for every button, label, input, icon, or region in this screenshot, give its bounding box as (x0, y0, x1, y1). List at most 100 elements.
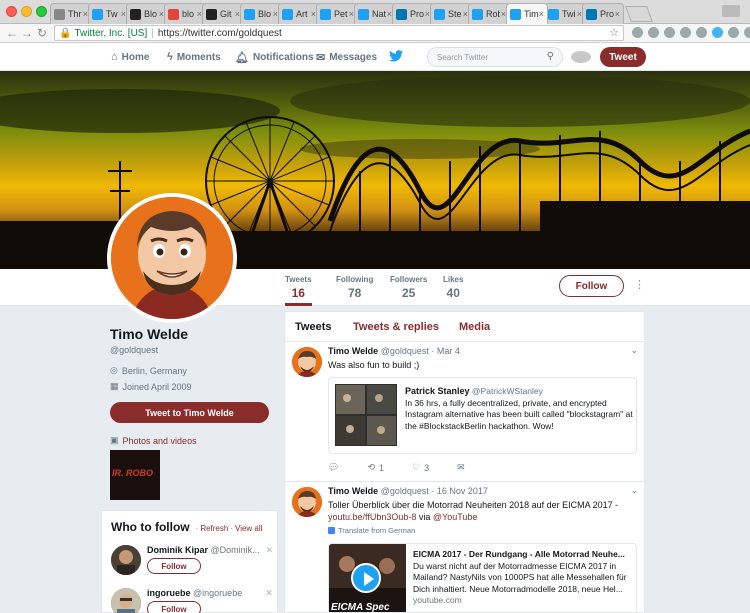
stat-followers[interactable]: Followers 25 (390, 275, 427, 300)
browser-tab[interactable]: Ste × (430, 3, 472, 24)
linkedin-icon (586, 8, 597, 20)
follow-suggested-button[interactable]: Follow (147, 558, 201, 574)
nav-notifications[interactable]: 🔔︎ Notifications (235, 51, 314, 64)
retweet-action[interactable]: ⟲ 1 (367, 462, 384, 473)
close-tab-icon[interactable]: × (615, 9, 620, 19)
extension-icon[interactable] (664, 27, 675, 38)
minimize-window-button[interactable] (21, 6, 32, 17)
twitter-bird-icon[interactable] (389, 49, 403, 65)
tweet-date[interactable]: · 16 Nov 2017 (431, 486, 488, 496)
suggested-user-avatar[interactable] (111, 588, 141, 613)
link-card[interactable]: EICMA Spec EICMA 2017 - Der Rundgang - A… (328, 543, 637, 612)
extension-icon[interactable] (712, 27, 723, 38)
profile-avatar[interactable] (107, 193, 237, 323)
tweet-text: Was also fun to build ;) (328, 360, 420, 370)
extension-icon[interactable] (728, 27, 739, 38)
tweet-author-avatar[interactable] (292, 347, 322, 377)
direct-message-icon[interactable]: ✉ (457, 462, 465, 473)
browser-tab[interactable]: Tw × (88, 3, 130, 24)
tweet-mention[interactable]: @YouTube (433, 512, 478, 522)
nav-moments[interactable]: ϟ Moments (167, 51, 221, 63)
tweet[interactable]: Timo Welde @goldquest · Mar 4 ⌄ Was also… (285, 342, 644, 482)
tweet-author-name[interactable]: Timo Welde (328, 346, 378, 356)
extension-icon[interactable] (744, 27, 750, 38)
compose-tweet-button[interactable]: Tweet (600, 47, 646, 67)
lock-icon: 🔒 (59, 27, 72, 39)
stat-value: 16 (291, 286, 305, 300)
browser-tab[interactable]: Tim × (506, 3, 548, 24)
close-tab-icon[interactable]: × (539, 9, 544, 19)
search-input[interactable]: Search Twitter ⚲ (427, 47, 563, 67)
view-all-link[interactable]: View all (235, 524, 262, 533)
suggested-user-avatar[interactable] (111, 545, 141, 575)
follow-suggested-button[interactable]: Follow (147, 601, 201, 613)
tab-tweets[interactable]: Tweets (295, 321, 331, 333)
forward-icon[interactable]: → (21, 26, 33, 40)
browser-tab[interactable]: Twi × (544, 3, 586, 24)
stat-following[interactable]: Following 78 (336, 275, 373, 300)
close-window-button[interactable] (6, 6, 17, 17)
more-options-icon[interactable]: ⋮ (634, 278, 645, 291)
dismiss-icon[interactable]: ✕ (265, 588, 273, 599)
stat-tweets[interactable]: Tweets 16 (285, 275, 312, 306)
tweet-author-avatar[interactable] (292, 487, 322, 517)
tweet-date[interactable]: · Mar 4 (431, 346, 460, 356)
retweet-count: 1 (378, 462, 384, 473)
suggested-user-name[interactable]: ingoruebe @ingoruebe (147, 588, 272, 598)
url-field[interactable]: 🔒 Twitter, Inc. [US] | https://twitter.co… (54, 25, 624, 41)
tweet-author-name[interactable]: Timo Welde (328, 486, 378, 496)
nav-home[interactable]: ⌂ Home (111, 51, 149, 63)
browser-tab[interactable]: Blo × (126, 3, 168, 24)
who-to-follow-links: · Refresh · View all (194, 524, 263, 533)
chevron-down-icon[interactable]: ⌄ (630, 345, 638, 356)
browser-tab[interactable]: Git × (202, 3, 244, 24)
reply-icon[interactable]: 💬︎ (328, 462, 339, 473)
translate-link[interactable]: Translate from German (328, 526, 415, 535)
browser-profile-icon[interactable] (722, 5, 740, 17)
tweet[interactable]: Timo Welde @goldquest · 16 Nov 2017 ⌄ To… (285, 482, 644, 612)
browser-tab[interactable]: Thr × (50, 3, 92, 24)
play-icon[interactable] (351, 563, 381, 593)
address-bar: ← → ↻ 🔒 Twitter, Inc. [US] | https://twit… (0, 24, 750, 43)
new-tab-button[interactable] (625, 6, 653, 22)
like-action[interactable]: ♡ 3 (412, 462, 429, 473)
browser-tab[interactable]: blo × (164, 3, 206, 24)
dismiss-icon[interactable]: ✕ (265, 545, 273, 556)
tweet-author-handle[interactable]: @goldquest (381, 486, 429, 496)
browser-tab[interactable]: Nat × (354, 3, 396, 24)
browser-tab[interactable]: Pet × (316, 3, 358, 24)
browser-tab[interactable]: Art × (278, 3, 320, 24)
browser-tab[interactable]: Pro × (582, 3, 624, 24)
maximize-window-button[interactable] (36, 6, 47, 17)
reload-icon[interactable]: ↻ (37, 26, 47, 40)
search-icon[interactable]: ⚲ (547, 51, 554, 62)
browser-tab[interactable]: Blo × (240, 3, 282, 24)
chevron-down-icon[interactable]: ⌄ (630, 485, 638, 496)
suggested-user-name[interactable]: Dominik Kipar @Dominik... (147, 545, 272, 555)
extension-icon[interactable] (648, 27, 659, 38)
nav-messages[interactable]: ✉ Messages (316, 51, 377, 64)
tab-tweets-replies[interactable]: Tweets & replies (353, 321, 439, 333)
follow-button[interactable]: Follow (559, 275, 624, 297)
stat-likes[interactable]: Likes 40 (443, 275, 463, 300)
back-icon[interactable]: ← (6, 26, 18, 40)
quoted-tweet-card[interactable]: Patrick Stanley @PatrickWStanley In 36 h… (328, 377, 637, 454)
refresh-link[interactable]: Refresh (200, 524, 228, 533)
extension-icon[interactable] (680, 27, 691, 38)
browser-tab[interactable]: Rob× (468, 3, 510, 24)
account-avatar[interactable] (571, 51, 591, 63)
tab-media[interactable]: Media (459, 321, 490, 333)
stat-value: 40 (446, 286, 460, 300)
tweet-link[interactable]: youtu.be/ffUbn3Oub-8 (328, 512, 416, 522)
profile-name[interactable]: Timo Welde (110, 326, 188, 342)
browser-tab[interactable]: Pro × (392, 3, 434, 24)
extension-icon[interactable] (696, 27, 707, 38)
media-thumbnail[interactable]: IR. ROBO (110, 450, 160, 500)
video-thumbnail[interactable]: EICMA Spec (329, 544, 406, 612)
profile-handle[interactable]: @goldquest (110, 345, 158, 355)
extension-icon[interactable] (632, 27, 643, 38)
photos-and-videos-link[interactable]: ▣ Photos and videos (110, 435, 197, 446)
tweet-author-handle[interactable]: @goldquest (381, 346, 429, 356)
bookmark-star-icon[interactable]: ☆ (609, 26, 619, 39)
tweet-to-button[interactable]: Tweet to Timo Welde (110, 402, 269, 423)
